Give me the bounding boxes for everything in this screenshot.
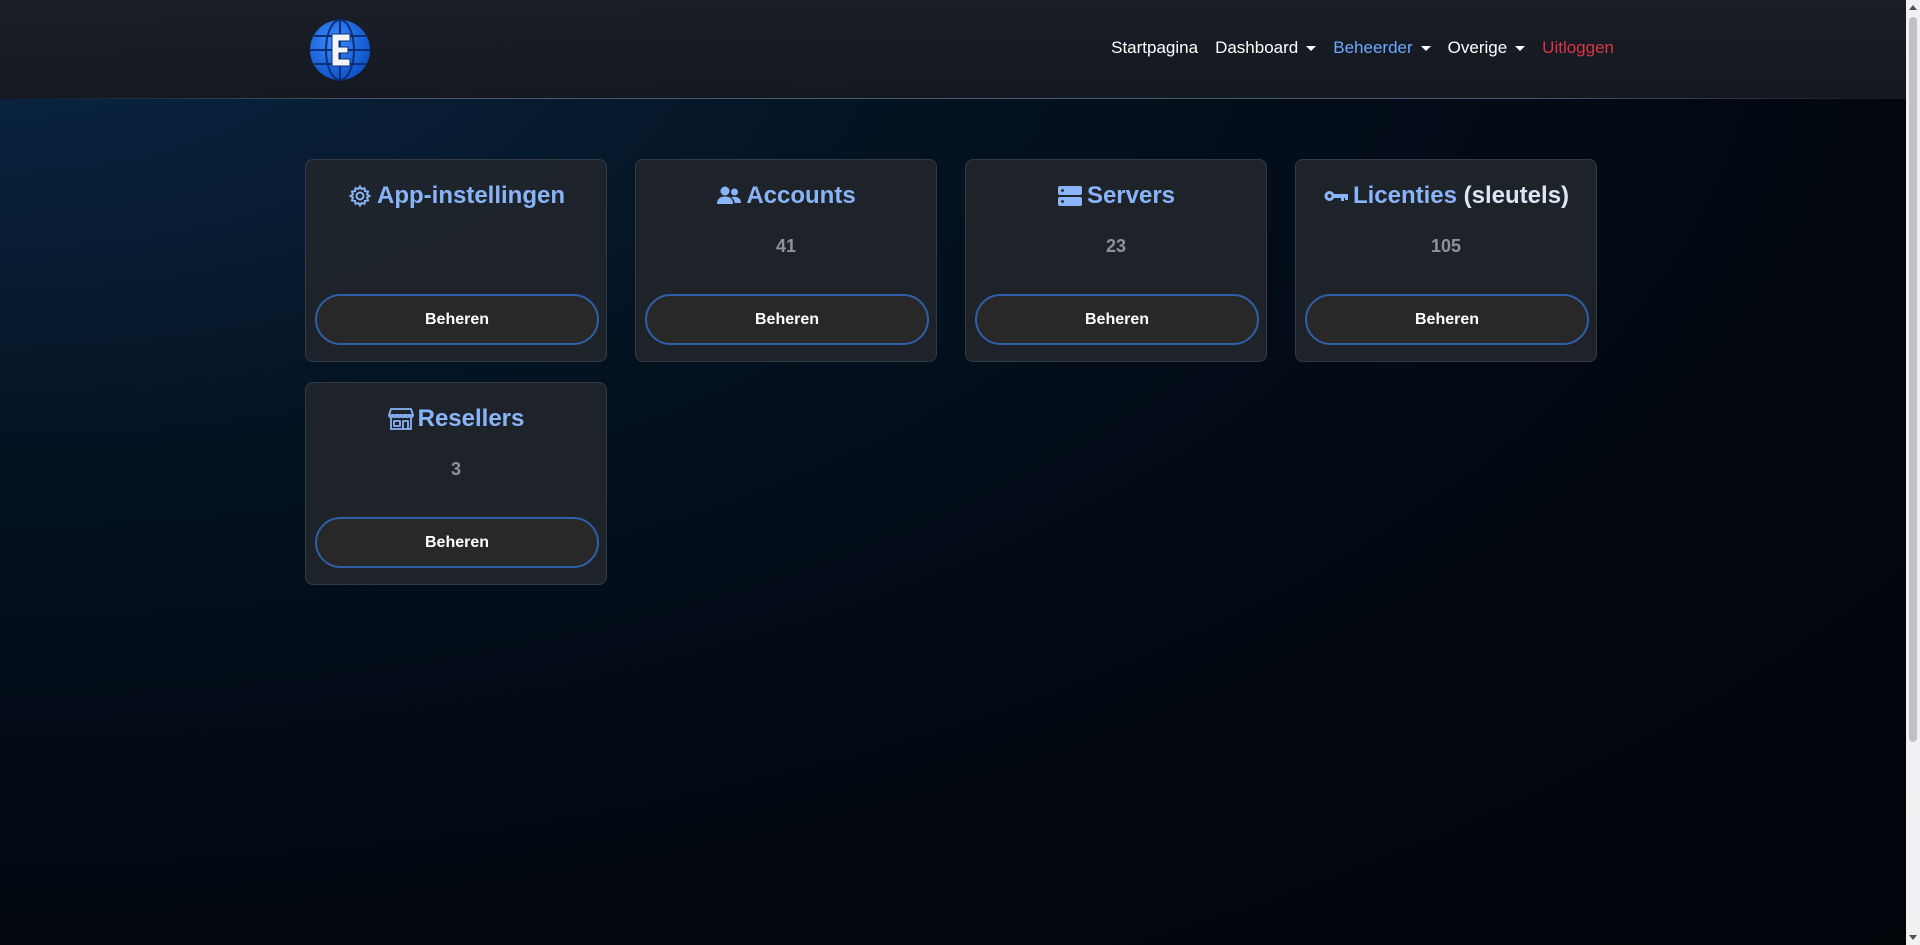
- nav-dashboard-dropdown[interactable]: Dashboard: [1215, 38, 1317, 58]
- card-resellers: Resellers 3 Beheren: [305, 382, 607, 585]
- scroll-down-arrow-icon[interactable]: [1909, 935, 1917, 940]
- beheren-button-app-instellingen[interactable]: Beheren: [315, 294, 599, 345]
- shop-icon: [387, 406, 414, 432]
- card-licenties: Licenties (sleutels) 105 Beheren: [1295, 159, 1597, 362]
- card-title: Servers: [966, 182, 1266, 210]
- vertical-scrollbar[interactable]: [1906, 0, 1920, 945]
- beheren-button-accounts[interactable]: Beheren: [645, 294, 929, 345]
- card-count: 3: [450, 459, 461, 479]
- nav-beheerder-dropdown[interactable]: Beheerder: [1333, 38, 1431, 58]
- card-title-text: Accounts: [746, 182, 856, 209]
- server-icon: [1057, 183, 1083, 209]
- scroll-up-arrow-icon[interactable]: [1909, 5, 1917, 10]
- beheren-button-resellers[interactable]: Beheren: [315, 517, 599, 568]
- caret-down-icon: [1420, 46, 1431, 51]
- card-servers: Servers 23 Beheren: [965, 159, 1267, 362]
- card-title: Resellers: [306, 405, 606, 433]
- nav-overige-dropdown[interactable]: Overige: [1448, 38, 1526, 58]
- logo-globe-icon[interactable]: [308, 18, 372, 82]
- nav-dashboard-label: Dashboard: [1215, 38, 1299, 57]
- card-count: 41: [775, 236, 797, 256]
- button-label: Beheren: [424, 533, 490, 551]
- nav-beheerder-label: Beheerder: [1333, 38, 1413, 57]
- beheren-button-licenties[interactable]: Beheren: [1305, 294, 1589, 345]
- nav-overige-label: Overige: [1447, 38, 1508, 57]
- card-accounts: Accounts 41 Beheren: [635, 159, 937, 362]
- card-title: Licenties (sleutels): [1296, 182, 1596, 210]
- users-icon: [716, 183, 742, 209]
- nav-links: Startpagina Dashboard Beheerder Overige …: [1111, 38, 1614, 58]
- card-count: 105: [1430, 236, 1462, 256]
- card-title-text: Licenties (sleutels): [1352, 182, 1570, 209]
- top-navbar: [0, 0, 1906, 99]
- nav-uitloggen[interactable]: Uitloggen: [1542, 38, 1614, 58]
- gear-icon: [347, 183, 373, 209]
- card-title-text: Resellers: [417, 405, 525, 432]
- scrollbar-thumb[interactable]: [1909, 17, 1917, 742]
- card-count: 23: [1105, 236, 1127, 256]
- card-title: App-instellingen: [306, 182, 606, 210]
- button-label: Beheren: [754, 310, 820, 328]
- nav-uitloggen-label: Uitloggen: [1542, 38, 1614, 57]
- nav-divider: [0, 98, 1906, 99]
- button-label: Beheren: [424, 310, 490, 328]
- button-label: Beheren: [1084, 310, 1150, 328]
- card-title-text: App-instellingen: [377, 182, 565, 209]
- key-icon: [1323, 183, 1349, 209]
- caret-down-icon: [1306, 46, 1317, 51]
- nav-startpagina[interactable]: Startpagina: [1111, 38, 1198, 58]
- card-title: Accounts: [636, 182, 936, 210]
- caret-down-icon: [1515, 46, 1526, 51]
- card-app-instellingen: App-instellingen Beheren: [305, 159, 607, 362]
- beheren-button-servers[interactable]: Beheren: [975, 294, 1259, 345]
- nav-startpagina-label: Startpagina: [1111, 38, 1199, 57]
- card-title-text: Servers: [1086, 182, 1176, 209]
- button-label: Beheren: [1414, 310, 1480, 328]
